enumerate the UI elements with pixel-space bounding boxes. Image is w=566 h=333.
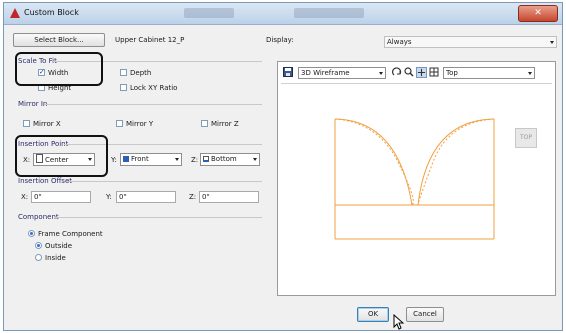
block-preview-panel[interactable]: 3D Wireframe Top TOP (277, 61, 556, 296)
mirror-z-label: Mirror Z (211, 120, 239, 128)
display-label: Display: (266, 36, 294, 44)
chevron-down-icon (175, 158, 179, 161)
insertion-offset-x-label: X: (21, 193, 29, 201)
insertion-offset-x-input[interactable]: 0" (31, 191, 91, 203)
insertion-point-z-select[interactable]: Bottom (200, 153, 260, 166)
close-button[interactable]: ✕ (518, 5, 558, 22)
component-header: Component (18, 213, 59, 221)
divider (66, 181, 262, 182)
lock-xy-ratio-checkbox[interactable] (120, 84, 127, 91)
insertion-offset-header: Insertion Offset (18, 177, 72, 185)
insertion-offset-z-label: Z: (189, 193, 197, 201)
title-bar: Custom Block ✕ (4, 3, 562, 25)
front-icon (123, 156, 129, 162)
insertion-offset-y-input[interactable]: 0" (116, 191, 176, 203)
insertion-point-highlight (15, 135, 108, 177)
cancel-button[interactable]: Cancel (406, 307, 444, 322)
inside-radio[interactable] (35, 254, 42, 261)
bottom-icon (203, 156, 209, 162)
insertion-point-z-label: Z: (191, 156, 199, 164)
mouse-cursor-icon (393, 314, 404, 330)
insertion-point-z-value: Bottom (211, 155, 237, 163)
divider (54, 217, 262, 218)
display-select[interactable]: Always (384, 36, 557, 48)
insertion-point-y-select[interactable]: Front (120, 153, 182, 166)
insertion-point-y-label: Y: (111, 156, 117, 164)
blurred-title-region-2 (294, 8, 364, 18)
outside-radio[interactable] (35, 242, 42, 249)
depth-label: Depth (130, 69, 152, 77)
custom-block-dialog: Custom Block ✕ Select Block... Upper Cab… (3, 2, 563, 331)
mirror-z-checkbox[interactable] (201, 120, 208, 127)
block-name: Upper Cabinet 12_P (115, 36, 185, 44)
insertion-point-y-value: Front (131, 155, 149, 163)
inside-label: Inside (45, 254, 66, 262)
mirror-x-label: Mirror X (33, 120, 61, 128)
left-door-dashed-arc (334, 118, 414, 206)
scale-to-fit-highlight (15, 52, 103, 86)
divider (44, 104, 262, 105)
select-block-button[interactable]: Select Block... (13, 33, 105, 47)
lock-xy-ratio-label: Lock XY Ratio (130, 84, 178, 92)
app-icon (10, 8, 20, 18)
mirror-y-label: Mirror Y (126, 120, 154, 128)
mirror-x-checkbox[interactable] (23, 120, 30, 127)
blurred-title-region (184, 8, 234, 18)
chevron-down-icon (550, 41, 554, 44)
chevron-down-icon (253, 158, 257, 161)
display-value: Always (387, 38, 412, 46)
right-door-arc (417, 118, 495, 206)
insertion-offset-z-input[interactable]: 0" (199, 191, 259, 203)
window-title: Custom Block (24, 8, 79, 17)
depth-checkbox[interactable] (120, 69, 127, 76)
cabinet-drawing (334, 118, 495, 240)
frame-component-radio[interactable] (28, 230, 35, 237)
close-icon: ✕ (534, 8, 542, 18)
ok-button[interactable]: OK (357, 307, 389, 322)
insertion-offset-y-label: Y: (106, 193, 112, 201)
mirror-in-header: Mirror In (18, 100, 48, 108)
frame-component-label: Frame Component (38, 230, 103, 238)
mirror-y-checkbox[interactable] (116, 120, 123, 127)
outside-label: Outside (45, 242, 73, 250)
view-cube[interactable]: TOP (515, 128, 537, 148)
